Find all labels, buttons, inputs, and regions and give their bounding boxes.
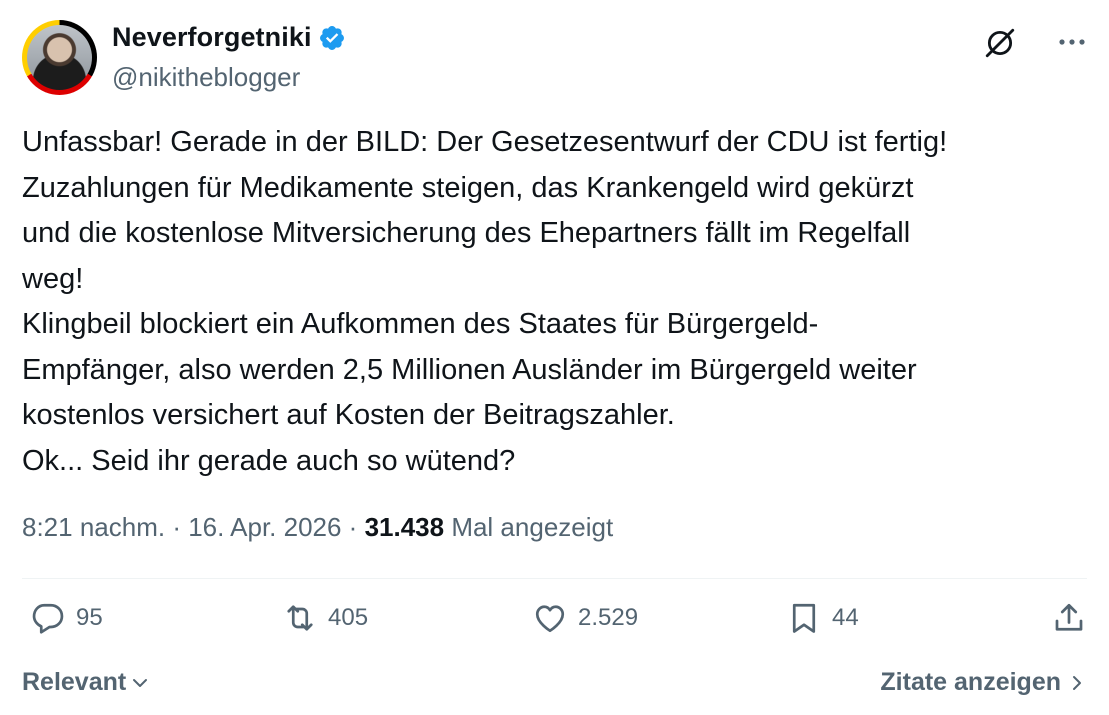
tweet-meta: 8:21 nachm. · 16. Apr. 2026 · 31.438 Mal… — [22, 512, 613, 543]
bookmark-count: 44 — [832, 604, 859, 631]
reply-button[interactable]: 95 — [30, 600, 103, 636]
views-count: 31.438 — [364, 512, 445, 542]
bookmark-icon — [792, 603, 816, 633]
sort-label: Relevant — [22, 668, 127, 696]
action-bar: 95 405 2.529 44 — [22, 600, 1087, 650]
replies-footer: Relevant Zitate anzeigen — [22, 668, 1087, 704]
meta-separator: · — [341, 512, 365, 542]
view-quotes-link[interactable]: Zitate anzeigen — [880, 668, 1087, 697]
divider — [22, 578, 1087, 579]
tweet-date[interactable]: 16. Apr. 2026 — [188, 512, 341, 543]
quotes-label: Zitate anzeigen — [880, 668, 1061, 696]
like-button[interactable]: 2.529 — [532, 600, 638, 636]
chevron-down-icon — [133, 678, 148, 687]
repost-count: 405 — [328, 604, 369, 631]
reply-count: 95 — [76, 604, 103, 631]
author-handle[interactable]: @nikitheblogger — [112, 62, 300, 93]
tweet-time[interactable]: 8:21 nachm. — [22, 512, 165, 543]
retweet-icon — [287, 605, 313, 631]
views-label: Mal angezeigt — [444, 512, 614, 542]
repost-button[interactable]: 405 — [282, 600, 368, 636]
avatar-photo — [27, 25, 92, 90]
bookmark-button[interactable]: 44 — [786, 600, 859, 636]
share-button[interactable] — [1051, 600, 1087, 636]
avatar[interactable] — [22, 20, 97, 95]
chevron-right-icon — [1073, 675, 1081, 690]
grok-icon[interactable] — [983, 26, 1017, 60]
meta-separator: · — [165, 512, 189, 542]
tweet-header: Neverforgetniki @nikitheblogger — [22, 20, 1087, 100]
more-icon[interactable] — [1057, 32, 1087, 52]
author-name-row: Neverforgetniki — [112, 22, 346, 53]
heart-icon — [535, 605, 565, 633]
tweet-text: Unfassbar! Gerade in der BILD: Der Geset… — [22, 126, 948, 477]
verified-badge-icon[interactable] — [318, 24, 346, 52]
sort-dropdown[interactable]: Relevant — [22, 668, 150, 697]
like-count: 2.529 — [578, 604, 639, 631]
reply-icon — [32, 603, 64, 634]
share-icon — [1055, 603, 1083, 631]
author-display-name[interactable]: Neverforgetniki — [112, 22, 312, 53]
